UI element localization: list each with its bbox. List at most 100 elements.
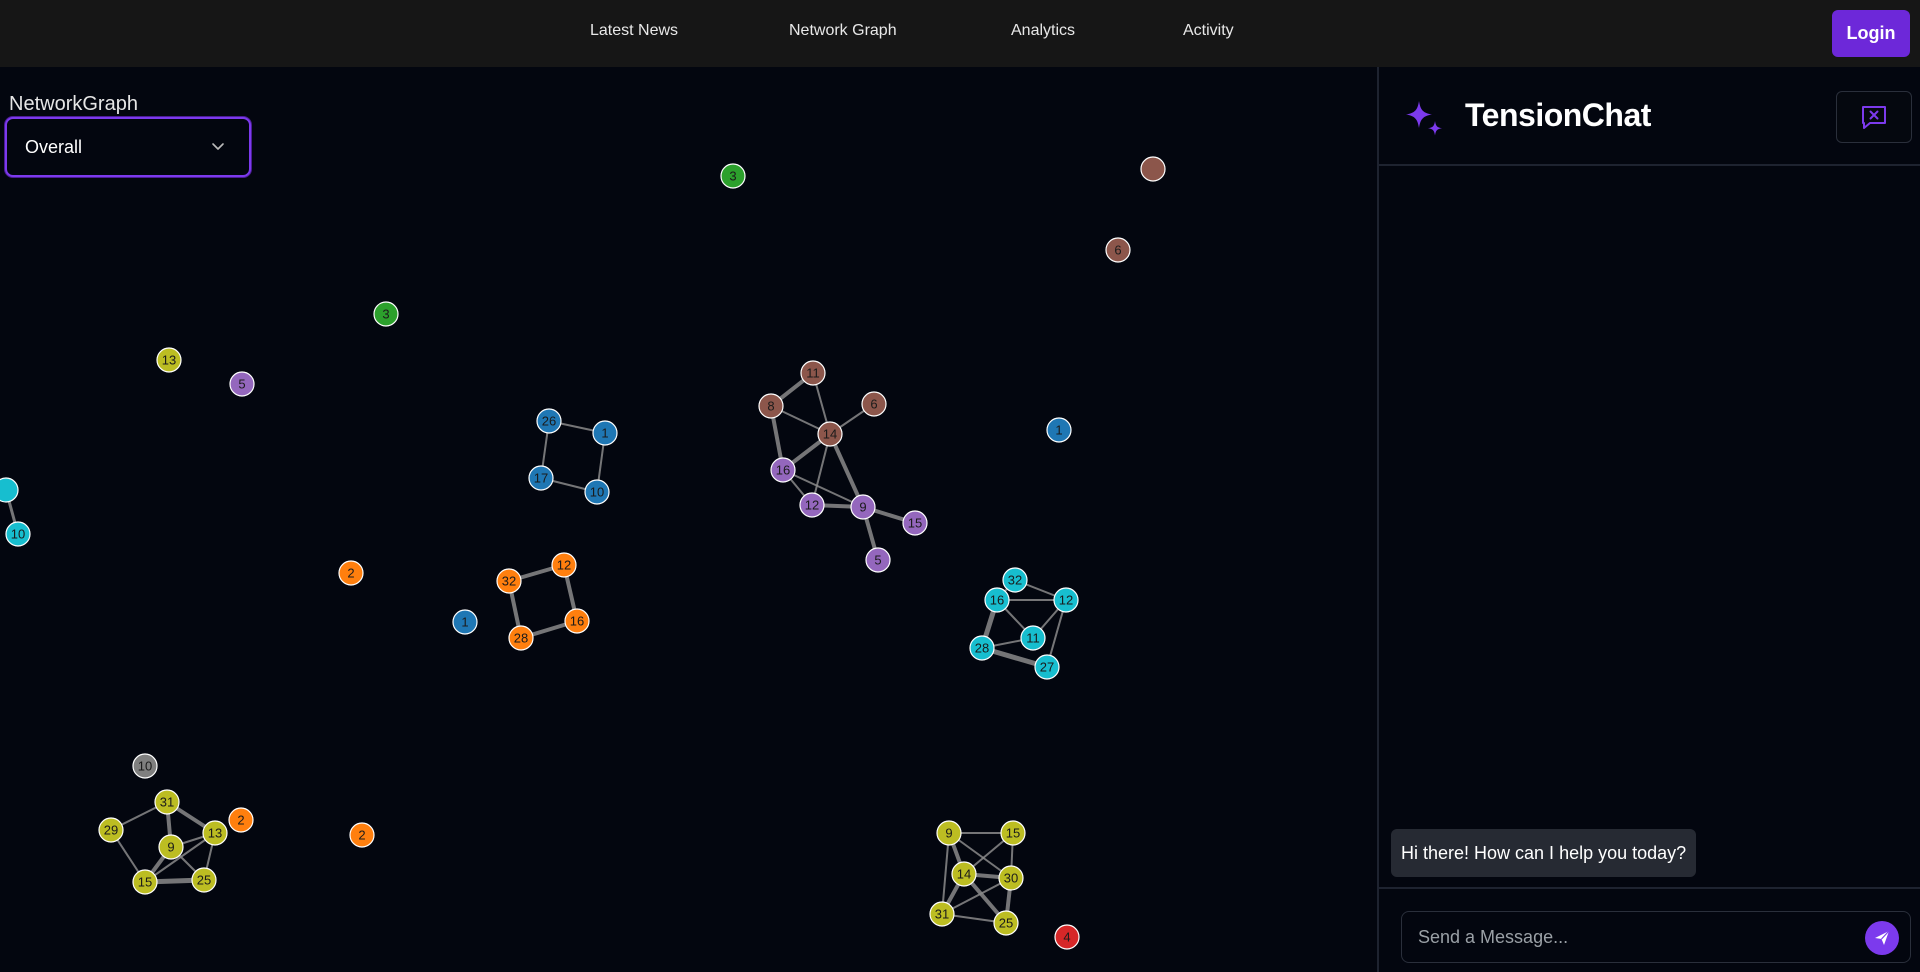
nav-analytics[interactable]: Analytics: [1011, 22, 1075, 40]
network-graph-canvas[interactable]: 3631352611710118 6141612 91551102132122816…: [0, 67, 1377, 972]
graph-node[interactable]: 31: [154, 789, 180, 815]
graph-node-label: 30: [1004, 871, 1018, 886]
graph-node[interactable]: 2: [228, 807, 254, 833]
graph-node[interactable]: 9: [158, 834, 184, 860]
graph-node-label: 9: [167, 840, 174, 855]
graph-node-label: 16: [570, 614, 584, 629]
graph-node[interactable]: 13: [156, 347, 182, 373]
graph-node[interactable]: 16: [984, 587, 1010, 613]
graph-node[interactable]: 13: [202, 820, 228, 846]
graph-node-label: 28: [514, 631, 528, 646]
graph-node[interactable]: 15: [902, 510, 928, 536]
graph-view-select[interactable]: Overall: [5, 117, 251, 177]
message-close-icon: [1862, 106, 1886, 129]
graph-node-label: 6: [870, 397, 877, 412]
graph-node-label: 31: [160, 795, 174, 810]
graph-node[interactable]: 11: [1020, 625, 1046, 651]
graph-node[interactable]: 28: [969, 635, 995, 661]
graph-node[interactable]: 16: [770, 457, 796, 483]
graph-node[interactable]: 25: [191, 867, 217, 893]
graph-node[interactable]: 8: [758, 393, 784, 419]
graph-node[interactable]: 1: [452, 609, 478, 635]
nav-activity[interactable]: Activity: [1183, 22, 1234, 40]
graph-node-label: 2: [358, 828, 365, 843]
graph-node-label: 14: [823, 427, 837, 442]
graph-node-label: 8: [767, 399, 774, 414]
graph-node[interactable]: 14: [817, 421, 843, 447]
graph-node-label: 10: [590, 485, 604, 500]
graph-node-label: 2: [347, 566, 354, 581]
graph-node-label: 12: [1059, 593, 1073, 608]
graph-node[interactable]: 1: [1046, 417, 1072, 443]
send-icon: [1875, 930, 1890, 945]
close-chat-button[interactable]: [1836, 91, 1912, 143]
graph-node[interactable]: 26: [536, 408, 562, 434]
graph-node[interactable]: 12: [1053, 587, 1079, 613]
graph-node-label: 28: [975, 641, 989, 656]
graph-node[interactable]: 5: [229, 371, 255, 397]
graph-node[interactable]: 32: [1002, 567, 1028, 593]
graph-node-label: 32: [1008, 573, 1022, 588]
graph-node[interactable]: 16: [564, 608, 590, 634]
graph-node[interactable]: 11: [800, 360, 826, 386]
graph-node[interactable]: 2: [338, 560, 364, 586]
graph-node-label: 3: [382, 307, 389, 322]
graph-node[interactable]: 5: [865, 547, 891, 573]
graph-node-label: 31: [935, 907, 949, 922]
graph-node[interactable]: 25: [993, 910, 1019, 936]
graph-node[interactable]: 2: [349, 822, 375, 848]
graph-node[interactable]: 6: [1105, 237, 1131, 263]
graph-node[interactable]: 6: [861, 391, 887, 417]
graph-node[interactable]: 10: [584, 479, 610, 505]
graph-node-label: 9: [859, 500, 866, 515]
graph-node[interactable]: 15: [1000, 820, 1026, 846]
graph-node[interactable]: 15: [132, 869, 158, 895]
graph-node[interactable]: [1140, 156, 1166, 182]
graph-node[interactable]: 17: [528, 465, 554, 491]
graph-node-label: 1: [1055, 423, 1062, 438]
top-nav-bar: Latest News Network Graph Analytics Acti…: [0, 0, 1920, 67]
graph-node[interactable]: 29: [98, 817, 124, 843]
graph-node-label: 6: [1114, 243, 1121, 258]
graph-node-label: 27: [1040, 660, 1054, 675]
graph-node-label: 16: [990, 593, 1004, 608]
login-button[interactable]: Login: [1832, 10, 1910, 57]
graph-node[interactable]: 10: [5, 521, 31, 547]
graph-nodes: 3631352611710118 6141612 91551102132122816…: [0, 156, 1166, 950]
graph-node-label: 29: [104, 823, 118, 838]
graph-node[interactable]: 3: [373, 301, 399, 327]
graph-node-label: 16: [776, 463, 790, 478]
graph-node[interactable]: 27: [1034, 654, 1060, 680]
graph-node[interactable]: 3: [720, 163, 746, 189]
nav-network-graph[interactable]: Network Graph: [789, 22, 897, 40]
graph-node[interactable]: 4: [1054, 924, 1080, 950]
message-input[interactable]: [1401, 911, 1911, 963]
graph-node[interactable]: 10: [132, 753, 158, 779]
send-button[interactable]: [1865, 921, 1899, 955]
graph-node-label: 15: [1006, 826, 1020, 841]
graph-node-label: 13: [162, 353, 176, 368]
graph-node-label: 11: [1026, 631, 1040, 646]
graph-node[interactable]: 12: [551, 552, 577, 578]
graph-node-label: 1: [461, 615, 468, 630]
chat-input-bar: [1379, 887, 1920, 972]
graph-node-label: 25: [999, 916, 1013, 931]
graph-node[interactable]: 14: [951, 861, 977, 887]
graph-node-label: 10: [11, 527, 25, 542]
graph-node[interactable]: 12: [799, 492, 825, 518]
graph-node[interactable]: 30: [998, 865, 1024, 891]
graph-node[interactable]: 32: [496, 568, 522, 594]
graph-node[interactable]: 28: [508, 625, 534, 651]
graph-node[interactable]: 9: [936, 820, 962, 846]
graph-node-label: 3: [729, 169, 736, 184]
nav-latest-news[interactable]: Latest News: [590, 22, 678, 40]
graph-node[interactable]: 9: [850, 494, 876, 520]
chat-header: TensionChat: [1379, 67, 1920, 166]
graph-node-label: 11: [806, 366, 820, 381]
graph-node[interactable]: 31: [929, 901, 955, 927]
graph-node-label: 25: [197, 873, 211, 888]
graph-node-label: 14: [957, 867, 971, 882]
graph-node[interactable]: 1: [592, 420, 618, 446]
graph-node-label: 15: [138, 875, 152, 890]
graph-node[interactable]: [0, 477, 19, 503]
